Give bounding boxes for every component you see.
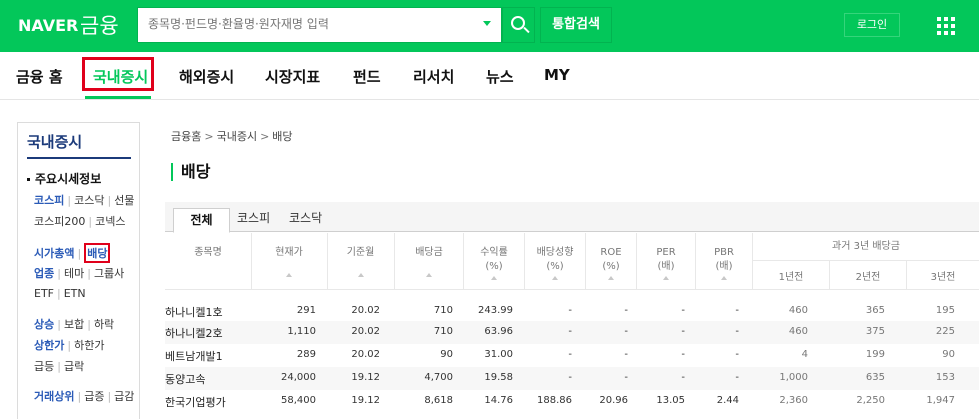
top-header: NAVER 금융 통합검색 로그인 (0, 0, 979, 52)
stock-name[interactable]: 한국기업평가 (165, 394, 226, 410)
table-row[interactable]: 하나니켈2호 1,110 20.02 710 63.96 - - - - 460… (165, 321, 979, 344)
header-2y[interactable]: 2년전 (830, 271, 906, 285)
sidebar-item-kosdaq[interactable]: 코스닥 (74, 194, 104, 207)
finance-logo[interactable]: 금융 (80, 10, 119, 40)
header-dividend[interactable]: 배당금 (395, 246, 463, 277)
header-yield[interactable]: 수익률 (%) (464, 246, 524, 280)
sidebar-section-title: 주요시세정보 (27, 170, 101, 187)
sort-icon (426, 273, 432, 277)
nav-fund[interactable]: 펀드 (353, 66, 381, 87)
market-tabs: 전체 코스피 코스닥 (165, 202, 979, 233)
header-past-dividends: 과거 3년 배당금 (832, 241, 900, 252)
sidebar-item-etn[interactable]: ETN (64, 287, 86, 300)
nav-news[interactable]: 뉴스 (486, 66, 514, 87)
nav-market-index[interactable]: 시장지표 (265, 66, 320, 87)
sidebar-item-dividend[interactable]: 배당 (84, 243, 111, 263)
sidebar-item-market-cap[interactable]: 시가총액 (34, 247, 74, 260)
stock-name[interactable]: 동양고속 (165, 371, 205, 387)
bullet-icon (27, 178, 30, 181)
sidebar-item-rise[interactable]: 상승 (34, 318, 54, 331)
search-input[interactable] (148, 17, 468, 31)
tab-all[interactable]: 전체 (173, 208, 230, 233)
login-button[interactable]: 로그인 (844, 13, 900, 37)
active-underline (85, 96, 151, 99)
sidebar-title[interactable]: 국내증시 (27, 131, 82, 152)
header-1y[interactable]: 1년전 (753, 271, 829, 285)
sort-icon (552, 276, 558, 280)
sidebar-item-theme[interactable]: 테마 (64, 267, 84, 280)
stock-name[interactable]: 하나니켈1호 (165, 304, 223, 320)
sidebar-item-etf[interactable]: ETF (34, 287, 54, 300)
search-button[interactable] (502, 7, 535, 43)
main-nav: 금융 홈 국내증시 해외증시 시장지표 펀드 리서치 뉴스 MY (0, 52, 979, 100)
sidebar-item-surge[interactable]: 급등 (34, 360, 54, 373)
sidebar-item-fall[interactable]: 하락 (94, 318, 114, 331)
table-row[interactable]: 동양고속 24,000 19.12 4,700 19.58 - - - - 1,… (165, 367, 979, 390)
sidebar-item-volume-drop[interactable]: 급감 (114, 390, 134, 403)
header-base-month[interactable]: 기준월 (328, 246, 393, 277)
header-payout[interactable]: 배당성향 (%) (525, 246, 585, 280)
header-pbr[interactable]: PBR (배) (696, 246, 752, 280)
nav-overseas-stock[interactable]: 해외증시 (179, 66, 234, 87)
sidebar-item-sector[interactable]: 업종 (34, 267, 54, 280)
highlight-box (82, 57, 154, 91)
sidebar-item-steady[interactable]: 보합 (64, 318, 84, 331)
sort-icon (608, 276, 614, 280)
sidebar-item-futures[interactable]: 선물 (114, 194, 134, 207)
breadcrumb-item: 배당 (272, 130, 293, 143)
header-3y[interactable]: 3년전 (907, 271, 979, 285)
sidebar-item-upper-limit[interactable]: 상한가 (34, 339, 64, 352)
sidebar-item-konex[interactable]: 코넥스 (95, 215, 125, 228)
header-price[interactable]: 현재가 (252, 246, 326, 277)
breadcrumb-item[interactable]: 국내증시 (217, 130, 257, 143)
nav-finance-home[interactable]: 금융 홈 (16, 66, 63, 87)
sidebar-item-lower-limit[interactable]: 하한가 (74, 339, 104, 352)
sidebar-item-plunge[interactable]: 급락 (64, 360, 84, 373)
breadcrumb-item[interactable]: 금융홈 (171, 130, 201, 143)
app-grid-icon[interactable] (937, 17, 955, 35)
sidebar-item-kospi200[interactable]: 코스피200 (34, 215, 85, 228)
sidebar: 국내증시 주요시세정보 코스피 | 코스닥 | 선물 코스피200 | 코넥스 시가총액 | 배… (17, 122, 140, 419)
page-title: 배당 (171, 163, 210, 181)
tab-kosdaq[interactable]: 코스닥 (289, 209, 322, 226)
integrated-search-button[interactable]: 통합검색 (540, 7, 612, 43)
sort-icon (357, 273, 364, 277)
stock-name[interactable]: 하나니켈2호 (165, 325, 223, 341)
table-row[interactable]: 한국기업평가 58,400 19.12 8,618 14.76 188.86 2… (165, 390, 979, 413)
sort-icon (491, 276, 497, 280)
sidebar-item-volume-surge[interactable]: 급증 (84, 390, 104, 403)
breadcrumb: 금융홈 > 국내증시 > 배당 (171, 130, 293, 143)
nav-my[interactable]: MY (544, 66, 570, 84)
naver-logo[interactable]: NAVER (18, 16, 78, 35)
table-row[interactable]: 베트남개발1 289 20.02 90 31.00 - - - - 4 199 … (165, 344, 979, 367)
search-box[interactable] (137, 7, 502, 43)
sort-icon (286, 273, 292, 277)
chevron-down-icon[interactable] (483, 21, 491, 26)
divider (27, 157, 131, 159)
stock-name[interactable]: 베트남개발1 (165, 348, 223, 364)
sidebar-item-group[interactable]: 그룹사 (94, 267, 124, 280)
header-name[interactable]: 종목명 (165, 246, 251, 260)
sidebar-item-kospi[interactable]: 코스피 (34, 194, 64, 207)
header-roe[interactable]: ROE (%) (586, 246, 636, 280)
nav-research[interactable]: 리서치 (413, 66, 454, 87)
header-per[interactable]: PER (배) (637, 246, 695, 280)
sort-icon (663, 276, 669, 280)
tab-kospi[interactable]: 코스피 (237, 209, 270, 226)
table-row[interactable]: 하나니켈1호 291 20.02 710 243.99 - - - - 460 … (165, 300, 979, 323)
sidebar-item-top-volume[interactable]: 거래상위 (34, 390, 74, 403)
sort-icon (721, 276, 727, 280)
